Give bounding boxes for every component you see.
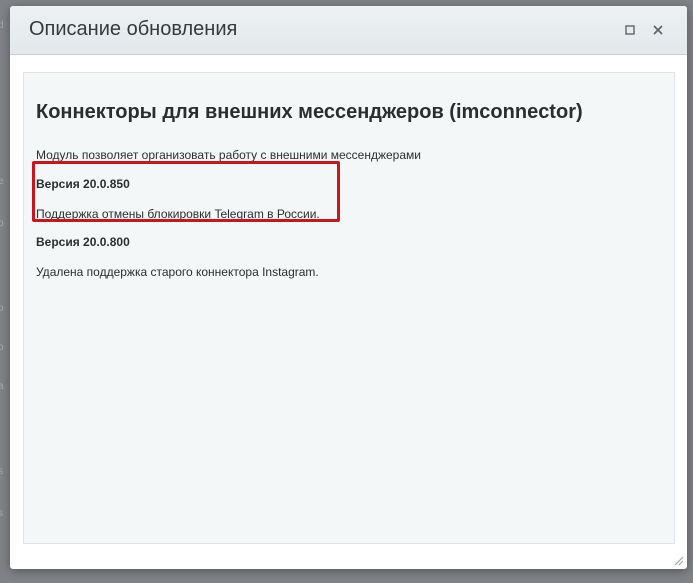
close-icon (653, 25, 663, 35)
module-title: Коннекторы для внешних мессенджеров (imc… (36, 101, 583, 123)
background-hint: d (0, 20, 4, 31)
background-hint: е (0, 176, 4, 187)
background-hint: s (0, 508, 3, 519)
background-hint: s (0, 466, 3, 477)
version-note: Удалена поддержка старого коннектора Ins… (36, 265, 319, 279)
dialog-titlebar[interactable]: Описание обновления (10, 6, 687, 55)
module-description: Модуль позволяет организовать работу с в… (36, 148, 421, 162)
maximize-button[interactable] (620, 20, 640, 40)
version-label: Версия 20.0.850 (36, 177, 130, 191)
background-hint: о (0, 303, 4, 314)
dialog-title: Описание обновления (29, 18, 238, 40)
version-label: Версия 20.0.800 (36, 235, 130, 249)
maximize-icon (625, 25, 635, 35)
close-button[interactable] (648, 20, 668, 40)
update-content-panel: Коннекторы для внешних мессенджеров (imc… (23, 72, 675, 544)
background-hint: р (0, 218, 4, 229)
resize-grip-icon[interactable] (672, 554, 684, 566)
update-description-dialog: Описание обновления Коннекторы для внешн… (10, 6, 687, 569)
background-hint: о (0, 342, 4, 353)
background-hint: а (0, 381, 4, 392)
version-note: Поддержка отмены блокировки Telegram в Р… (36, 207, 320, 221)
